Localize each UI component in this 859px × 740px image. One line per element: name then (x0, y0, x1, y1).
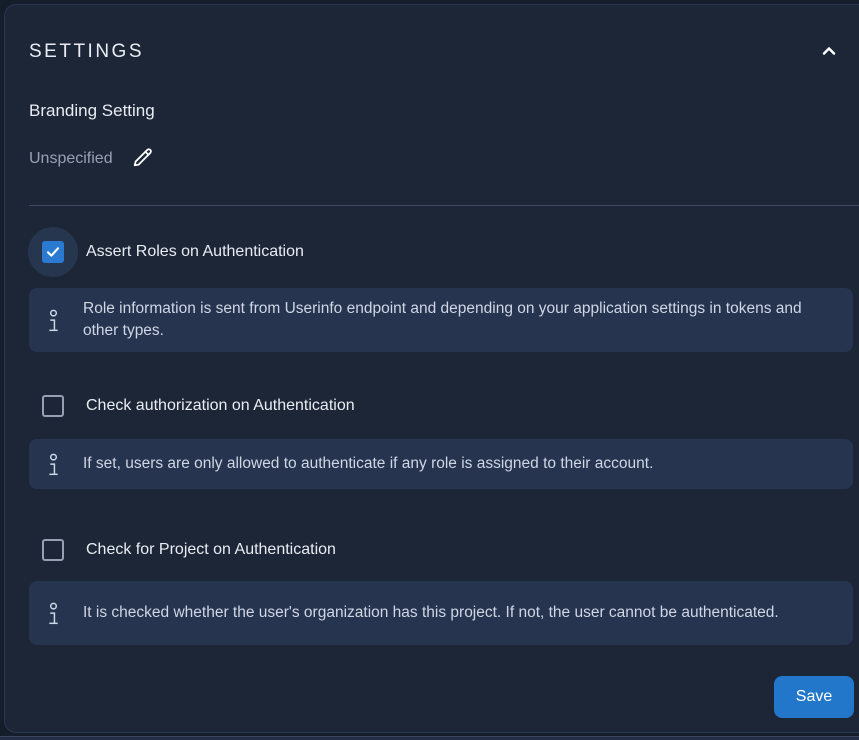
check-project-label[interactable]: Check for Project on Authentication (86, 541, 336, 559)
branding-setting-row: Unspecified (29, 143, 157, 175)
save-button[interactable]: Save (774, 676, 854, 718)
assert-roles-info-box: Role information is sent from Userinfo e… (29, 288, 853, 352)
chevron-up-icon (819, 41, 839, 64)
edit-branding-button[interactable] (129, 145, 157, 173)
settings-card-header: SETTINGS (29, 37, 843, 67)
next-section-edge (0, 736, 859, 740)
check-authorization-checkbox[interactable] (42, 395, 64, 417)
assert-roles-checkbox[interactable] (42, 241, 64, 263)
assert-roles-label[interactable]: Assert Roles on Authentication (86, 243, 304, 261)
branding-setting-title: Branding Setting (29, 101, 155, 121)
collapse-section-button[interactable] (815, 38, 843, 66)
setting-row-assert-roles: Assert Roles on Authentication (5, 227, 859, 277)
check-authorization-label[interactable]: Check authorization on Authentication (86, 397, 355, 415)
setting-row-check-project: Check for Project on Authentication (5, 525, 859, 575)
check-project-info-text: It is checked whether the user's organiz… (83, 602, 779, 624)
divider (29, 205, 859, 206)
branding-setting-value: Unspecified (29, 150, 113, 168)
assert-roles-info-text: Role information is sent from Userinfo e… (83, 298, 837, 342)
check-authorization-info-box: If set, users are only allowed to authen… (29, 439, 853, 489)
settings-card: SETTINGS Branding Setting Unspecified (4, 4, 859, 733)
check-project-checkbox[interactable] (42, 539, 64, 561)
info-icon (47, 449, 83, 479)
setting-row-check-authorization: Check authorization on Authentication (5, 381, 859, 431)
info-icon (47, 298, 83, 342)
page-title: SETTINGS (29, 41, 144, 63)
check-authorization-info-text: If set, users are only allowed to authen… (83, 453, 653, 475)
check-project-info-box: It is checked whether the user's organiz… (29, 581, 853, 645)
info-icon (47, 591, 83, 635)
pencil-icon (130, 145, 155, 173)
